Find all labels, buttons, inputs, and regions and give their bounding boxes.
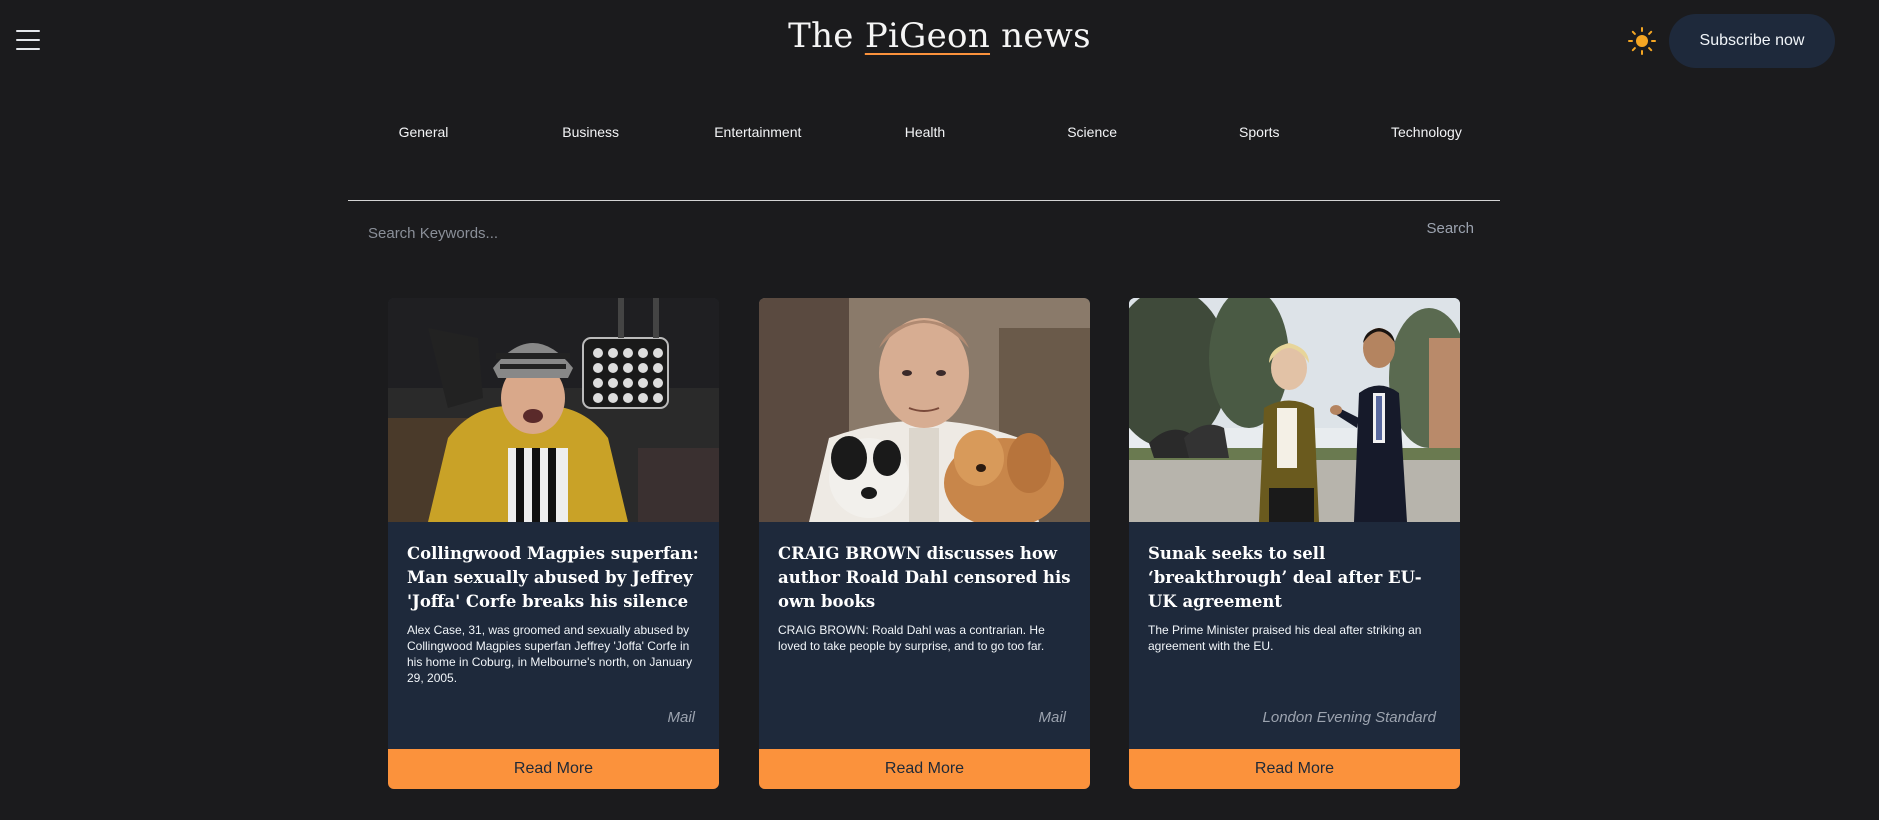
search-input[interactable] <box>366 215 1270 251</box>
article-title[interactable]: Sunak seeks to sell ‘breakthrough’ deal … <box>1148 542 1441 614</box>
article-card: Collingwood Magpies superfan: Man sexual… <box>388 298 719 789</box>
nav-item-business[interactable]: Business <box>507 124 674 146</box>
article-description: The Prime Minister praised his deal afte… <box>1148 623 1422 653</box>
article-title[interactable]: Collingwood Magpies superfan: Man sexual… <box>407 542 700 614</box>
article-body: Collingwood Magpies superfan: Man sexual… <box>388 522 719 686</box>
article-image-roald-dahl <box>759 298 1090 522</box>
article-title[interactable]: CRAIG BROWN discusses how author Roald D… <box>778 542 1071 614</box>
brand-prefix: The <box>788 16 865 56</box>
page: The PiGeon news Subscribe now General Bu… <box>0 0 1879 820</box>
read-more-button[interactable]: Read More <box>388 749 719 789</box>
article-card: Sunak seeks to sell ‘breakthrough’ deal … <box>1129 298 1460 789</box>
nav-item-entertainment[interactable]: Entertainment <box>674 124 841 146</box>
search-button[interactable]: Search <box>1420 219 1480 238</box>
nav-item-general[interactable]: General <box>340 124 507 146</box>
search-bar: Search <box>348 200 1500 265</box>
article-image-sunak-eu <box>1129 298 1460 522</box>
article-source: London Evening Standard <box>1262 709 1436 726</box>
article-description: Alex Case, 31, was groomed and sexually … <box>407 623 693 685</box>
nav-item-health[interactable]: Health <box>841 124 1008 146</box>
article-body: Sunak seeks to sell ‘breakthrough’ deal … <box>1129 522 1460 654</box>
read-more-button[interactable]: Read More <box>1129 749 1460 789</box>
article-body: CRAIG BROWN discusses how author Roald D… <box>759 522 1090 654</box>
read-more-button[interactable]: Read More <box>759 749 1090 789</box>
nav-item-science[interactable]: Science <box>1009 124 1176 146</box>
category-nav: General Business Entertainment Health Sc… <box>340 124 1510 146</box>
article-source: Mail <box>667 709 695 726</box>
article-card: CRAIG BROWN discusses how author Roald D… <box>759 298 1090 789</box>
subscribe-button[interactable]: Subscribe now <box>1669 14 1835 68</box>
article-source: Mail <box>1038 709 1066 726</box>
brand-suffix: news <box>990 16 1091 56</box>
site-title: The PiGeon news <box>0 16 1879 56</box>
brand-accent: PiGeon <box>864 16 991 56</box>
article-image-superfan <box>388 298 719 522</box>
nav-item-technology[interactable]: Technology <box>1343 124 1510 146</box>
nav-item-sports[interactable]: Sports <box>1176 124 1343 146</box>
sun-icon[interactable] <box>1627 26 1657 56</box>
article-description: CRAIG BROWN: Roald Dahl was a contrarian… <box>778 623 1045 653</box>
